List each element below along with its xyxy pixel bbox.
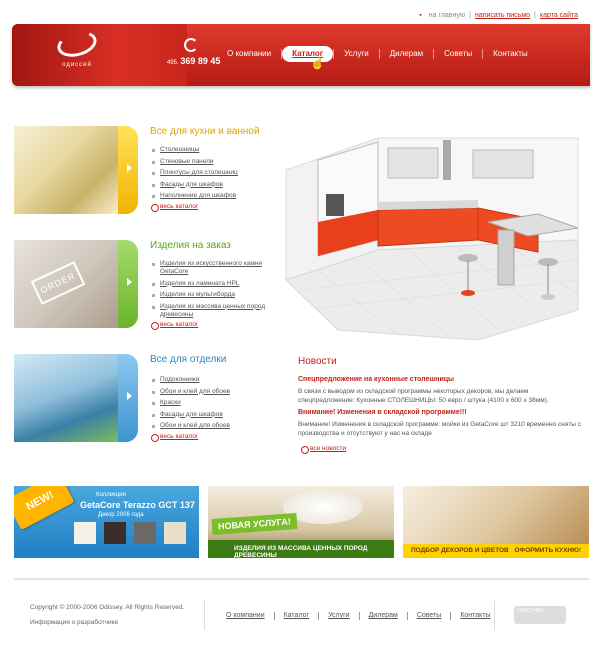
list-item[interactable]: Изделия из мультиборда (152, 291, 267, 299)
home-link[interactable]: на главную (429, 12, 465, 19)
write-letter-link[interactable]: написать письмо (475, 12, 530, 19)
kitchen-illustration (285, 137, 579, 340)
section-tab[interactable] (118, 354, 138, 442)
arrow-right-icon (127, 278, 132, 286)
banner-collection-name: GetaCore Terazzo GCT 137 (80, 500, 195, 510)
list-item[interactable]: Подоконники (152, 376, 267, 384)
list-item[interactable]: Изделия из ламината HPL (152, 280, 267, 288)
news-text: Внимание! Изменения в складской программ… (298, 421, 582, 437)
section-list-custom: Изделия из искусственного камня GetaCore… (152, 260, 267, 322)
nav-dealers[interactable]: Дилерам (380, 46, 433, 62)
all-catalog-link[interactable]: весь каталог (150, 203, 198, 212)
finishing-section-image[interactable] (14, 354, 138, 442)
list-item[interactable]: Наполнение для шкафов (152, 192, 267, 200)
news-headline[interactable]: Внимание! Изменения в складской программ… (298, 409, 586, 416)
counter-badge[interactable]: УЧАСТНИК (514, 606, 566, 624)
all-catalog-link[interactable]: весь каталог (150, 433, 198, 442)
news-title: Новости (298, 356, 337, 367)
arrow-right-icon (127, 164, 132, 172)
bullet-icon: ▪ (419, 12, 422, 19)
footer-link-catalog[interactable]: Каталог (273, 612, 318, 620)
new-tag: NEW! (14, 486, 75, 531)
list-item[interactable]: Столешницы (152, 146, 267, 154)
footer-link-about[interactable]: О компании (226, 612, 274, 620)
news-text: В связи с выводом из складской программы… (298, 388, 549, 404)
list-item[interactable]: Фасады для шкафов (152, 411, 267, 419)
list-item[interactable]: Фасады для шкафов (152, 181, 267, 189)
banner-new-collection[interactable]: Коллекция GetaCore Terazzo GCT 137 Декор… (14, 486, 199, 558)
banner-decor-label: Декор 2006 года (98, 512, 144, 518)
list-item[interactable]: Обои и клей для обоев (152, 422, 267, 430)
news-item: Внимание! Изменения в складской программ… (298, 409, 586, 438)
footer-divider (14, 578, 589, 580)
developer-link[interactable]: Информация о разработчике (30, 619, 118, 626)
list-item[interactable]: Плинтусы для столешниц (152, 169, 267, 177)
news-headline[interactable]: Спецпредложение на кухонные столешницы (298, 376, 586, 383)
list-item[interactable]: Изделия из искусственного камня GetaCore (152, 260, 267, 276)
main-nav: О компании Каталог Услуги Дилерам Советы… (217, 46, 538, 62)
nav-contacts[interactable]: Контакты (483, 46, 538, 62)
custom-section-image[interactable]: ORDER (14, 240, 138, 328)
footer-nav: О компании Каталог Услуги Дилерам Советы… (226, 612, 500, 620)
banner-collection-label: Коллекция (96, 492, 126, 498)
logo-icon (54, 27, 100, 61)
footer-link-services[interactable]: Услуги (318, 612, 359, 620)
header: одиссей 495. 369 89 45 О компании Катало… (12, 24, 590, 86)
section-list-kitchen: Столешницы Стеновые панели Плинтусы для … (152, 146, 267, 204)
copyright: Copyright © 2000-2006 Odissey. All Right… (30, 604, 185, 611)
section-tab[interactable] (118, 240, 138, 328)
new-service-chip: НОВАЯ УСЛУГА! (211, 513, 298, 535)
design-kitchen-caption: ПОДБОР ДЕКОРОВ И ЦВЕТОВ ОФОРМИТЬ КУХНЮ! (403, 544, 589, 558)
banner-new-service[interactable]: НОВАЯ УСЛУГА! ИЗДЕЛИЯ ИЗ МАССИВА ЦЕННЫХ … (208, 486, 394, 558)
phone-number: 495. 369 89 45 (167, 56, 221, 66)
list-item[interactable]: Стеновые панели (152, 158, 267, 166)
sitemap-link[interactable]: карта сайта (540, 12, 578, 19)
all-news-link[interactable]: все новости (300, 445, 346, 454)
kitchen-section-image[interactable] (14, 126, 138, 214)
section-title-kitchen[interactable]: Все для кухни и ванной (150, 126, 260, 137)
banner-design-kitchen[interactable]: ПОДБОР ДЕКОРОВ И ЦВЕТОВ ОФОРМИТЬ КУХНЮ! (403, 486, 589, 558)
list-item[interactable]: Обои и клей для обоев (152, 388, 267, 396)
top-links: ▪ на главную | написать письмо | карта с… (419, 12, 578, 19)
drill-photo: ORDER (14, 240, 124, 328)
list-item[interactable]: Изделия из массива ценных пород древесин… (152, 303, 267, 319)
hand-cursor-icon: ☝ (310, 56, 325, 70)
phone-icon (184, 38, 198, 52)
nav-catalog[interactable]: Каталог (282, 46, 334, 62)
arrow-right-icon (127, 392, 132, 400)
nav-services[interactable]: Услуги (334, 46, 379, 62)
footer-link-advice[interactable]: Советы (406, 612, 451, 620)
footer-link-dealers[interactable]: Дилерам (358, 612, 407, 620)
list-item[interactable]: Краски (152, 399, 267, 407)
news-item: Спецпредложение на кухонные столешницы В… (298, 376, 586, 405)
order-stamp: ORDER (30, 261, 86, 305)
new-service-caption: ИЗДЕЛИЯ ИЗ МАССИВА ЦЕННЫХ ПОРОД ДРЕВЕСИН… (208, 540, 394, 558)
kitchen-photo (14, 126, 124, 214)
nav-advice[interactable]: Советы (434, 46, 482, 62)
section-tab[interactable] (118, 126, 138, 214)
logo[interactable]: одиссей (52, 27, 102, 76)
all-catalog-link[interactable]: весь каталог (150, 321, 198, 330)
logo-text: одиссей (62, 62, 92, 68)
section-title-custom[interactable]: Изделия на заказ (150, 240, 231, 251)
footer-link-contacts[interactable]: Контакты (450, 612, 499, 620)
brush-photo (14, 354, 124, 442)
section-title-finishing[interactable]: Все для отделки (150, 354, 226, 365)
section-list-finishing: Подоконники Обои и клей для обоев Краски… (152, 376, 267, 434)
nav-about[interactable]: О компании (217, 46, 281, 62)
